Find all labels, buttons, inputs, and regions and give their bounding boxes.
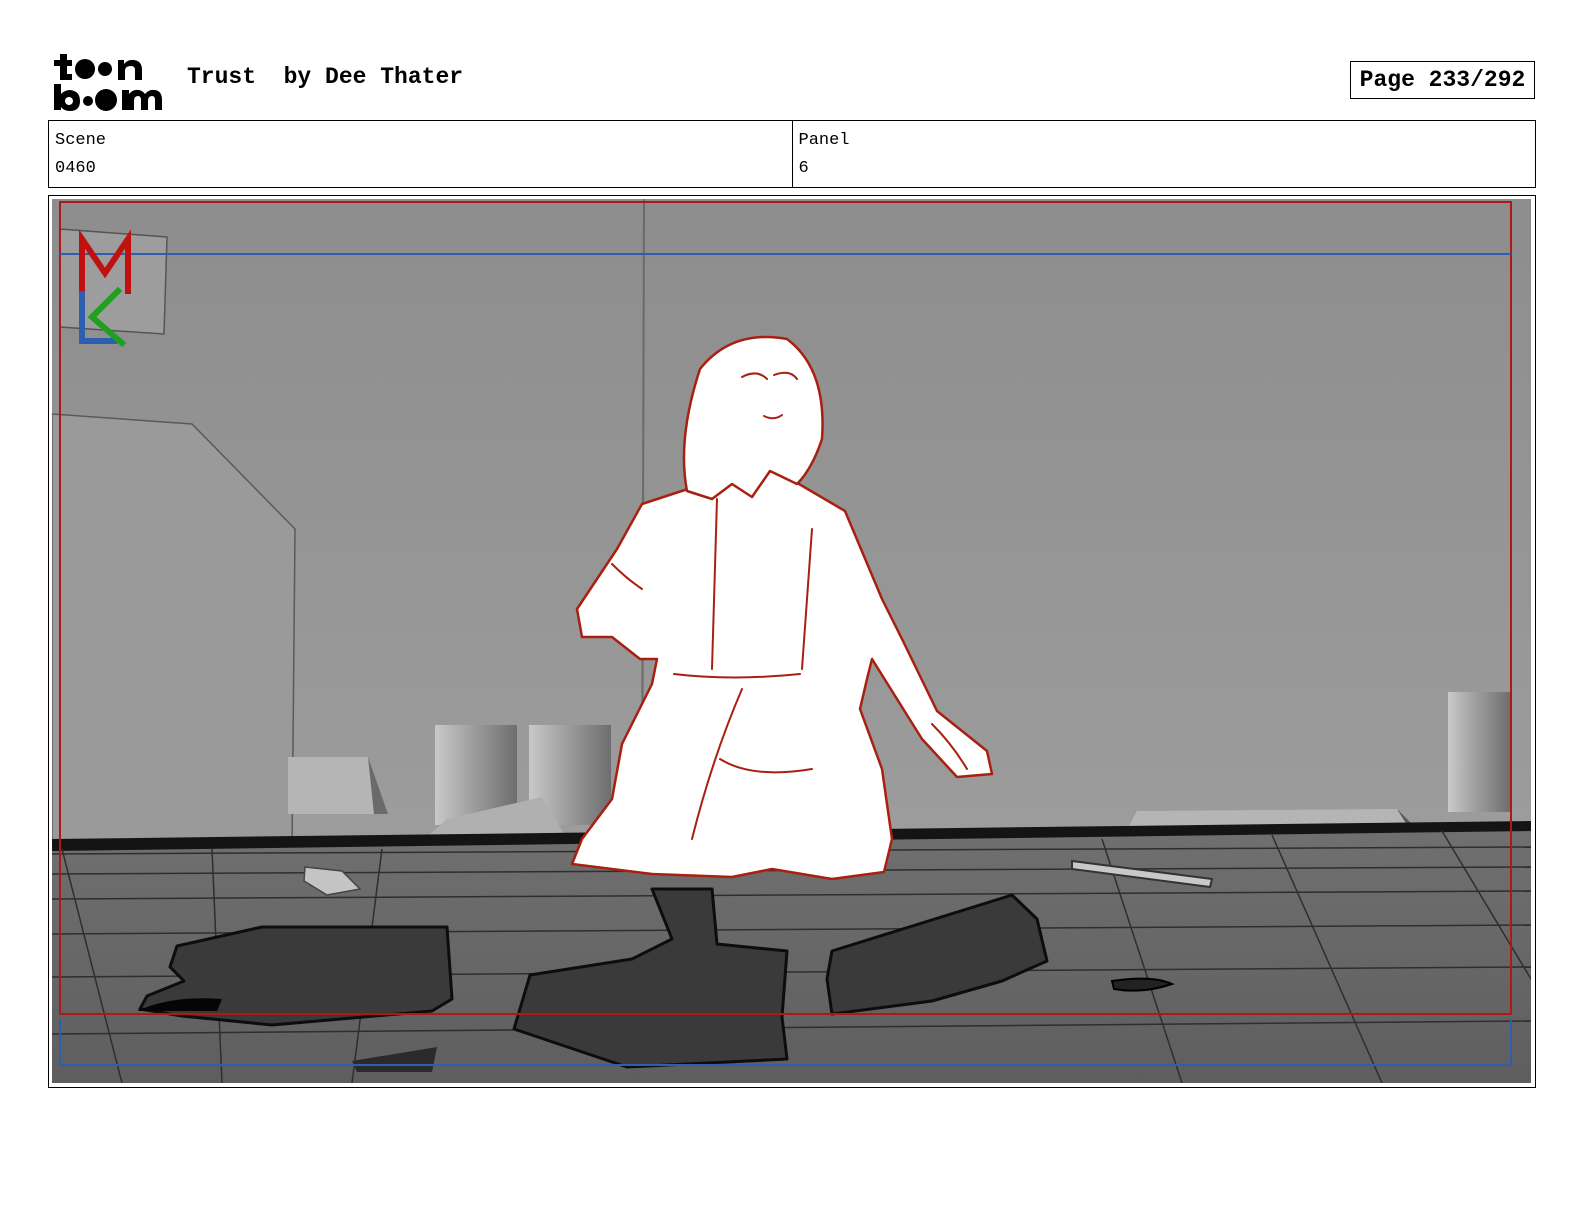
toon-boom-logo [54, 54, 162, 111]
scene-panel-info: Scene 0460 Panel 6 [48, 120, 1536, 188]
scene-value: 0460 [55, 159, 96, 178]
storyboard-panel [48, 195, 1536, 1088]
panel-label: Panel [798, 131, 850, 150]
panel-value: 6 [798, 159, 809, 178]
panel-cell: Panel 6 [791, 121, 1536, 187]
panel-drawing [52, 199, 1531, 1083]
scene-cell: Scene 0460 [49, 121, 792, 187]
scene-label: Scene [55, 131, 107, 150]
cylinder [1448, 692, 1510, 812]
storyboard-title: Trust by Dee Thater [187, 64, 464, 90]
page-number: Page 233/292 [1350, 61, 1535, 99]
